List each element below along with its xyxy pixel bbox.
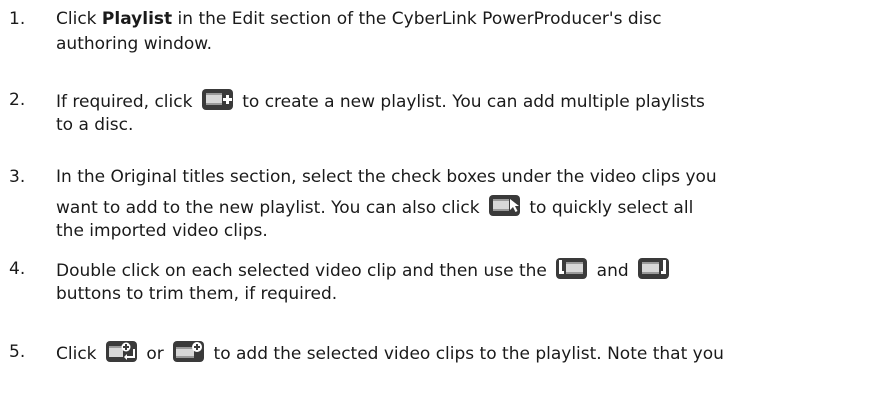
- step-text: If required, click: [56, 92, 198, 112]
- step-4-line-1: Double click on each selected video clip…: [56, 256, 673, 284]
- step-1-line-2: authoring window.: [56, 34, 213, 54]
- step-text: to create a new playlist. You can add mu…: [236, 92, 705, 112]
- step-text: or: [140, 344, 170, 364]
- instructions-page: { "steps": [ { "number": "1.", "line1": …: [0, 0, 874, 393]
- step-text: Double click on each selected video clip…: [56, 261, 553, 281]
- step-text: Click: [56, 9, 102, 29]
- step-number: 2.: [9, 90, 26, 110]
- step-text: to quickly select all: [523, 198, 694, 218]
- step-1-line-1: Click Playlist in the Edit section of th…: [56, 6, 662, 32]
- step-text: want to add to the new playlist. You can…: [56, 198, 485, 218]
- step-text: Click: [56, 344, 102, 364]
- step-text: in the Edit section of the CyberLink Pow…: [172, 9, 662, 29]
- step-3-line-1: In the Original titles section, select t…: [56, 167, 717, 187]
- playlist-label: Playlist: [101, 9, 173, 29]
- mark-in-icon: [555, 256, 588, 281]
- step-2-line-1: If required, click to create a new playl…: [56, 87, 705, 115]
- step-number: 3.: [9, 167, 26, 187]
- step-text: to add the selected video clips to the p…: [208, 344, 724, 364]
- step-3-line-2: want to add to the new playlist. You can…: [56, 193, 693, 221]
- append-clip-icon: [172, 339, 205, 364]
- insert-clip-icon: [105, 339, 138, 364]
- step-text: and: [591, 261, 635, 281]
- step-5-line-1: Click or to add the selected video clips…: [56, 339, 724, 367]
- step-2-line-2: to a disc.: [56, 115, 134, 135]
- step-3-line-3: the imported video clips.: [56, 221, 268, 241]
- select-all-clips-icon: [488, 193, 521, 218]
- mark-out-icon: [637, 256, 670, 281]
- step-number: 1.: [9, 9, 26, 29]
- new-playlist-icon: [201, 87, 234, 112]
- step-number: 5.: [9, 342, 26, 362]
- step-number: 4.: [9, 259, 26, 279]
- step-4-line-2: buttons to trim them, if required.: [56, 284, 338, 304]
